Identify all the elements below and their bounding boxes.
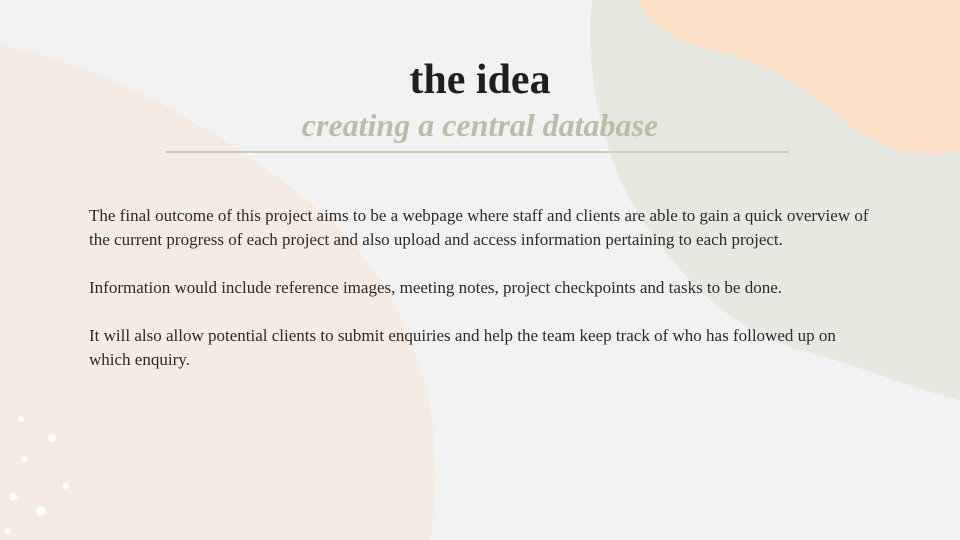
- slide-body: The final outcome of this project aims t…: [89, 204, 879, 396]
- paragraph-overview: The final outcome of this project aims t…: [89, 206, 869, 249]
- title-divider: [166, 151, 789, 153]
- paragraph-information: Information would include reference imag…: [89, 278, 782, 297]
- slide-title: the idea: [409, 57, 551, 103]
- slide-subtitle: creating a central database: [301, 107, 659, 143]
- paragraph-enquiries: It will also allow potential clients to …: [89, 326, 836, 369]
